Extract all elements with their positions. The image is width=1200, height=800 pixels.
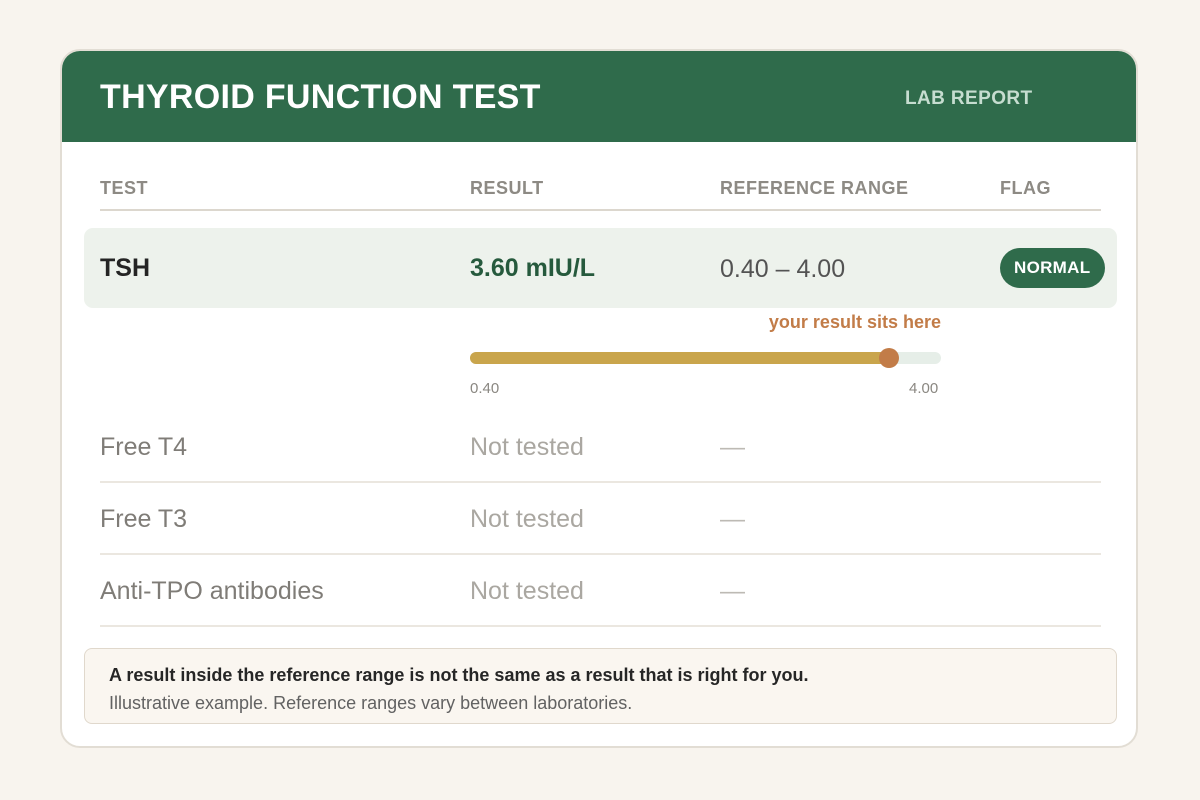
test-name: Free T3 <box>100 505 188 533</box>
report-title: THYROID FUNCTION TEST <box>100 78 541 116</box>
report-type-label: LAB REPORT <box>905 88 1033 109</box>
test-reference-range: — <box>720 433 745 461</box>
gauge-fill <box>470 352 889 364</box>
test-name: Anti-TPO antibodies <box>100 577 324 605</box>
disclaimer-note: A result inside the reference range is n… <box>84 648 1117 724</box>
report-header: THYROID FUNCTION TEST LAB REPORT <box>62 51 1136 142</box>
column-header-reference-range: REFERENCE RANGE <box>720 178 909 198</box>
test-name: Free T4 <box>100 433 188 461</box>
column-header-result: RESULT <box>470 178 544 198</box>
tsh-result-row: TSH 3.60 mIU/L 0.40 – 4.00 NORMAL <box>84 228 1117 308</box>
table-row: Anti-TPO antibodies Not tested — <box>100 555 1101 627</box>
test-reference-range: — <box>720 577 745 605</box>
note-detail: Illustrative example. Reference ranges v… <box>109 693 633 713</box>
column-header-test: TEST <box>100 178 149 198</box>
table-row: Free T3 Not tested — <box>100 483 1101 555</box>
gauge-caption: your result sits here <box>768 312 941 332</box>
reference-range-gauge <box>470 348 941 368</box>
note-headline: A result inside the reference range is n… <box>109 665 809 685</box>
test-result: Not tested <box>470 505 584 533</box>
test-result: Not tested <box>470 577 584 605</box>
column-header-flag: FLAG <box>1000 178 1051 198</box>
lab-report-card: THYROID FUNCTION TEST LAB REPORT TEST RE… <box>60 49 1138 748</box>
gauge-min-label: 0.40 <box>470 380 500 397</box>
test-reference-range: — <box>720 505 745 533</box>
test-result: Not tested <box>470 433 584 461</box>
table-row: Free T4 Not tested — <box>100 411 1101 483</box>
tsh-result-value: 3.60 mIU/L <box>470 254 596 282</box>
result-marker <box>879 348 899 368</box>
header-divider <box>100 209 1101 211</box>
gauge-max-label: 4.00 <box>909 380 939 397</box>
tsh-reference-range: 0.40 – 4.00 <box>720 255 846 283</box>
tsh-test-name: TSH <box>100 254 150 282</box>
normal-flag-badge: NORMAL <box>1000 248 1105 288</box>
